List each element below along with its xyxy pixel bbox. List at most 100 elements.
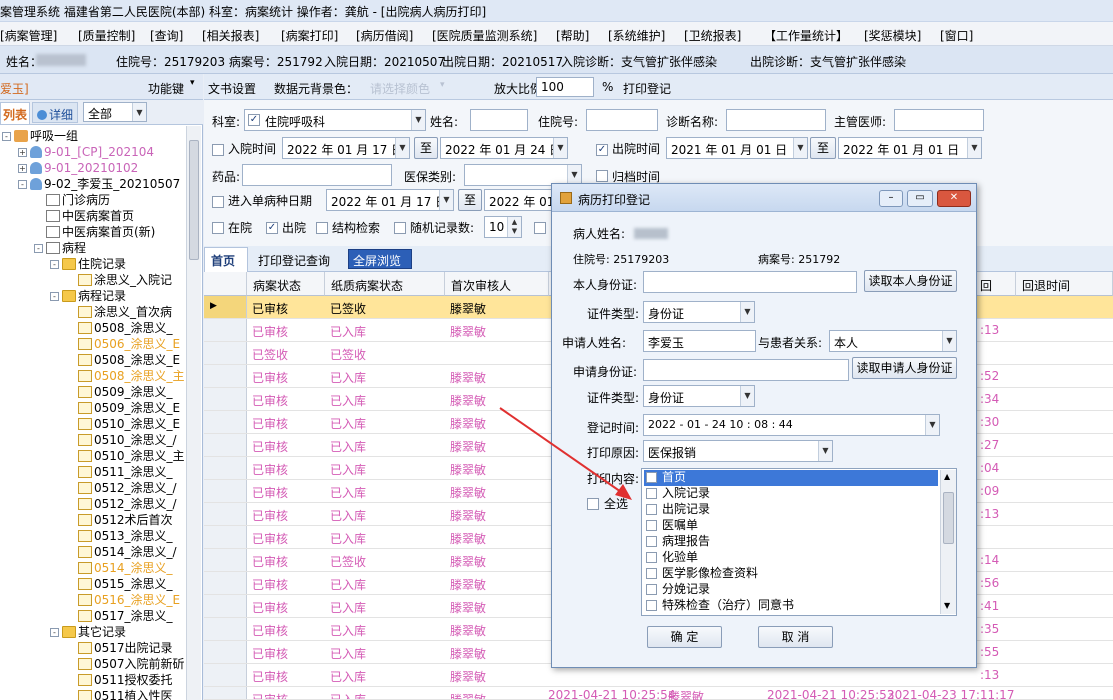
tree-node[interactable]: +9-01_[CP]_202104 <box>18 144 154 160</box>
discharge-time-checkbox[interactable]: ✓ <box>596 144 608 156</box>
collapse-icon[interactable]: - <box>18 180 27 189</box>
tree-node[interactable]: 0513_涂思义_ <box>66 528 173 544</box>
scroll-down-icon[interactable]: ▼ <box>944 601 950 610</box>
random-count-checkbox[interactable] <box>394 222 406 234</box>
tree-node[interactable]: 0510_涂思义_主 <box>66 448 185 464</box>
function-key-button[interactable]: 功能键 <box>148 80 184 97</box>
applicant-id-input[interactable] <box>643 359 849 381</box>
maximize-icon[interactable]: ▭ <box>907 190 933 207</box>
print-content-item[interactable]: 特殊检查（治疗）同意书 <box>644 598 938 614</box>
tree-node[interactable]: 0508_涂思义_主 <box>66 368 185 384</box>
tree-node[interactable]: +9-01_20210102 <box>18 160 138 176</box>
collapse-icon[interactable]: - <box>50 628 59 637</box>
bg-color-select[interactable]: 请选择颜色 <box>370 80 430 97</box>
print-item-checkbox[interactable] <box>646 472 657 483</box>
tree-scrollbar[interactable] <box>186 126 201 700</box>
column-header-return[interactable]: 回 <box>974 272 1016 296</box>
single-disease-checkbox[interactable] <box>212 196 224 208</box>
tree-node[interactable]: - 住院记录 <box>50 256 126 272</box>
print-content-item[interactable]: 出院记录 <box>644 502 938 518</box>
tree-node[interactable]: 0510_涂思义_E <box>66 416 180 432</box>
relation-select[interactable]: 本人 ▼ <box>829 330 957 352</box>
tree-node[interactable]: 0511植入性医 <box>66 688 173 700</box>
menu-quality-monitor[interactable]: [医院质量监测系统] <box>432 27 537 44</box>
menu-quality-control[interactable]: [质量控制] <box>78 27 135 44</box>
in-hospital-checkbox[interactable] <box>212 222 224 234</box>
print-item-checkbox[interactable] <box>646 504 657 515</box>
tree-node[interactable]: 0512_涂思义_/ <box>66 496 177 512</box>
inpatient-filter-input[interactable] <box>586 109 658 131</box>
scroll-up-icon[interactable]: ▲ <box>944 472 950 481</box>
collapse-icon[interactable]: - <box>50 292 59 301</box>
tree-node[interactable]: 0511授权委托 <box>66 672 173 688</box>
tree-node[interactable]: 0517出院记录 <box>66 640 173 656</box>
print-content-item[interactable]: 医学影像检查资料 <box>644 566 938 582</box>
table-row-partial[interactable]: 2021-04-21 10:25:54 滕翠敏 2021-04-21 10:25… <box>204 687 1113 700</box>
tree-node[interactable]: 门诊病历 <box>34 192 110 208</box>
menu-case-management[interactable]: [病案管理] <box>0 27 57 44</box>
collapse-icon[interactable]: - <box>34 244 43 253</box>
admit-time-checkbox[interactable] <box>212 144 224 156</box>
zoom-input[interactable]: 100 <box>536 77 594 97</box>
menu-workload[interactable]: 【工作量统计】 <box>764 27 848 44</box>
print-content-item[interactable]: 病理报告 <box>644 534 938 550</box>
collapse-icon[interactable]: - <box>2 132 11 141</box>
random-count-input[interactable]: 10 ▲ ▼ <box>484 216 522 238</box>
category-select[interactable]: 全部 ▼ <box>83 102 147 122</box>
cancel-button[interactable]: 取 消 <box>758 626 833 648</box>
menu-borrow[interactable]: [病历借阅] <box>356 27 413 44</box>
column-header-paper-status[interactable]: 纸质病案状态 <box>325 272 445 296</box>
extra-checkbox[interactable] <box>534 222 546 234</box>
tree-node[interactable]: 0512术后首次 <box>66 512 173 528</box>
tree-node[interactable]: 中医病案首页 <box>34 208 134 224</box>
print-item-checkbox[interactable] <box>646 536 657 547</box>
tree-node[interactable]: - 其它记录 <box>50 624 126 640</box>
list-scrollbar-thumb[interactable] <box>943 492 954 544</box>
tree-scrollbar-thumb[interactable] <box>189 140 199 260</box>
drug-input[interactable] <box>242 164 392 186</box>
tree-node[interactable]: 0515_涂思义_ <box>66 576 173 592</box>
doc-settings-button[interactable]: 文书设置 <box>208 80 256 97</box>
tree-node[interactable]: 0514_涂思义_ <box>66 560 173 576</box>
print-content-item[interactable]: 首页 <box>644 470 938 486</box>
fullscreen-button[interactable]: 全屏浏览 <box>348 249 412 269</box>
collapse-icon[interactable]: - <box>50 260 59 269</box>
tree-node[interactable]: 0509_涂思义_ <box>66 384 173 400</box>
list-scrollbar[interactable]: ▲ ▼ <box>940 470 956 614</box>
tree-node[interactable]: - 9-02_李爱玉_20210507 <box>18 176 180 192</box>
menu-query[interactable]: [查询] <box>150 27 183 44</box>
expand-icon[interactable]: + <box>18 164 27 173</box>
tree-node[interactable]: - 呼吸一组 <box>2 128 78 144</box>
print-item-checkbox[interactable] <box>646 584 657 595</box>
column-header-case-status[interactable]: 病案状态 <box>247 272 325 296</box>
tree-node[interactable]: 0506_涂思义_E <box>66 336 180 352</box>
tab-home[interactable]: 首页 <box>204 247 248 272</box>
tree-node[interactable]: 0514_涂思义_/ <box>66 544 177 560</box>
print-item-checkbox[interactable] <box>646 568 657 579</box>
reg-time-input[interactable]: 2022 - 01 - 24 10 : 08 : 44 ▼ <box>643 414 940 436</box>
tab-detail[interactable]: 详细 <box>32 102 78 123</box>
menu-help[interactable]: [帮助] <box>556 27 589 44</box>
tree-node[interactable]: 0516_涂思义_E <box>66 592 180 608</box>
print-item-checkbox[interactable] <box>646 488 657 499</box>
cert-type2-select[interactable]: 身份证 ▼ <box>643 385 755 407</box>
print-content-item[interactable]: 入院记录 <box>644 486 938 502</box>
tab-print-query[interactable]: 打印登记查询 <box>258 252 330 269</box>
diagnosis-filter-input[interactable] <box>726 109 826 131</box>
cert-type-select[interactable]: 身份证 ▼ <box>643 301 755 323</box>
read-id-button[interactable]: 读取本人身份证 <box>864 270 957 292</box>
tree-node[interactable]: 0510_涂思义_/ <box>66 432 177 448</box>
tree-node[interactable]: 0508_涂思义_E <box>66 352 180 368</box>
menu-reports[interactable]: [相关报表] <box>202 27 259 44</box>
record-tree[interactable]: - 呼吸一组 +9-01_[CP]_202104 +9-01_20210102-9-0… <box>0 126 186 700</box>
admit-to-date[interactable]: 2022 年 01 月 24 日 ▼ <box>440 137 568 159</box>
print-item-checkbox[interactable] <box>646 600 657 611</box>
tree-node[interactable]: 0508_涂思义_ <box>66 320 173 336</box>
menu-health-report[interactable]: [卫统报表] <box>684 27 741 44</box>
print-content-list[interactable]: 首页 入院记录 出院记录 医嘱单 病理报告 化验单 医学影像检查资料 分娩记录 特殊检查（治疗）… <box>641 468 957 616</box>
id-input[interactable] <box>643 271 857 293</box>
archive-time-checkbox[interactable] <box>596 170 608 182</box>
read-applicant-id-button[interactable]: 读取申请人身份证 <box>852 357 957 379</box>
tree-node[interactable]: - 病程 <box>34 240 86 256</box>
column-header-return-time[interactable]: 回退时间 <box>1016 272 1113 296</box>
